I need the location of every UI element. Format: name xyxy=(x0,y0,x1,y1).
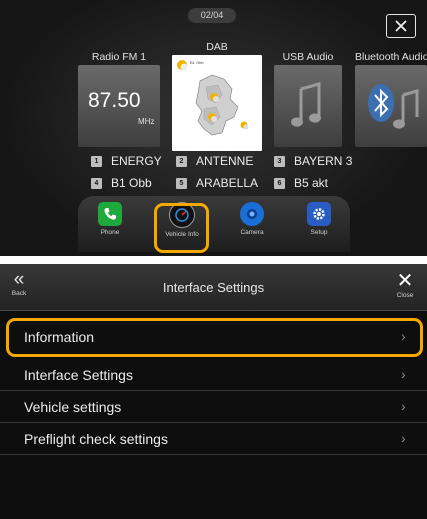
chevron-right-icon: › xyxy=(401,430,406,446)
dock-item-camera[interactable]: Camera xyxy=(227,202,277,236)
phone-icon xyxy=(98,202,122,226)
preset-6[interactable]: 6 B5 akt xyxy=(274,176,328,190)
source-label-usb: USB Audio xyxy=(282,51,334,63)
menu-item-vehicle-settings[interactable]: Vehicle settings › xyxy=(0,391,427,423)
header-bar: « Back Interface Settings ✕ Close xyxy=(0,264,427,311)
close-icon xyxy=(395,20,407,32)
close-icon: ✕ xyxy=(396,270,414,292)
menu-item-interface-settings[interactable]: Interface Settings › xyxy=(0,359,427,391)
vehicle-info-highlight xyxy=(154,203,209,253)
preset-3[interactable]: 3 BAYERN 3 xyxy=(274,154,352,168)
dock-item-phone[interactable]: Phone xyxy=(85,202,135,236)
source-tile-bluetooth[interactable] xyxy=(355,65,427,147)
close-button[interactable]: ✕ Close xyxy=(390,270,420,306)
home-screen: 02/04 Radio FM 1 87.50 MHz DAB B1 Obb US xyxy=(0,0,427,256)
page-title: Interface Settings xyxy=(162,280,265,295)
preset-2[interactable]: 2 ANTENNE xyxy=(176,154,253,168)
bavaria-map-icon xyxy=(177,60,249,136)
gear-icon xyxy=(307,202,331,226)
dab-map-tag: B1 Obb xyxy=(190,60,204,65)
source-label-bluetooth: Bluetooth Audio xyxy=(355,51,427,63)
chevron-right-icon: › xyxy=(401,398,406,414)
information-highlight xyxy=(6,318,423,357)
radio-unit: MHz xyxy=(138,117,155,126)
preset-1[interactable]: 1 ENERGY xyxy=(91,154,162,168)
close-button[interactable] xyxy=(386,14,416,38)
source-tile-usb[interactable] xyxy=(274,65,342,147)
preset-4[interactable]: 4 B1 Obb xyxy=(91,176,152,190)
preset-5[interactable]: 5 ARABELLA xyxy=(176,176,258,190)
camera-icon xyxy=(240,202,264,226)
source-label-dab: DAB xyxy=(206,41,228,53)
music-note-icon xyxy=(291,82,321,127)
app-dock: Phone Vehicle Info Camera Setup xyxy=(78,196,350,252)
menu-item-preflight-check-settings[interactable]: Preflight check settings › xyxy=(0,423,427,455)
source-label-radio: Radio FM 1 xyxy=(91,51,147,63)
dock-item-setup[interactable]: Setup xyxy=(294,202,344,236)
bluetooth-icon xyxy=(368,84,419,129)
source-tile-radio[interactable]: 87.50 MHz xyxy=(78,65,160,147)
chevron-right-icon: › xyxy=(401,366,406,382)
page-indicator: 02/04 xyxy=(188,8,236,23)
interface-settings-screen: « Back Interface Settings ✕ Close Inform… xyxy=(0,264,427,519)
close-label: Close xyxy=(396,292,414,299)
source-tile-dab[interactable]: B1 Obb xyxy=(172,55,262,151)
radio-frequency: 87.50 xyxy=(88,89,141,112)
